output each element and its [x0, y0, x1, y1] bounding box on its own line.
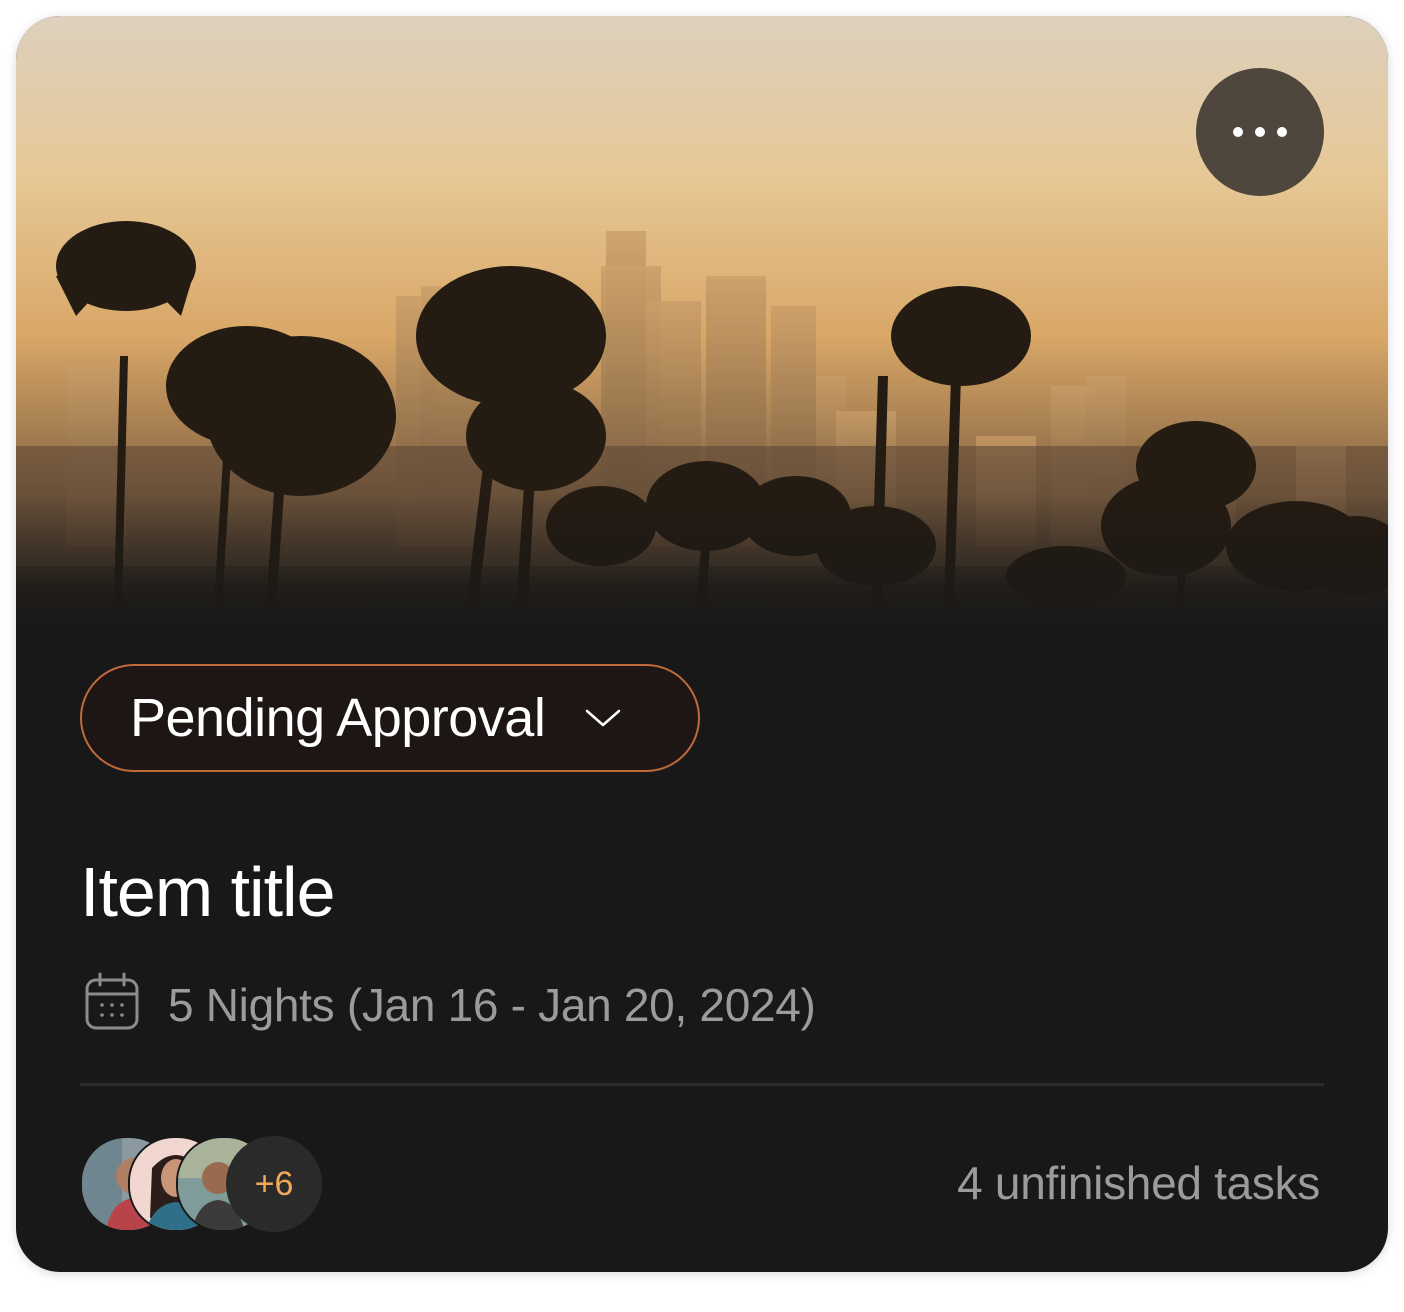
participant-avatars[interactable]: +6 [80, 1136, 340, 1232]
date-range: 5 Nights (Jan 16 - Jan 20, 2024) [84, 972, 816, 1037]
status-label: Pending Approval [130, 688, 546, 748]
unfinished-tasks-count: 4 unfinished tasks [957, 1157, 1320, 1209]
divider [80, 1083, 1324, 1086]
status-dropdown[interactable]: Pending Approval [80, 664, 700, 772]
more-horizontal-icon [1233, 127, 1243, 137]
date-range-text: 5 Nights (Jan 16 - Jan 20, 2024) [168, 978, 816, 1031]
cover-image [16, 16, 1388, 656]
more-options-button[interactable] [1196, 68, 1324, 196]
chevron-down-icon [585, 708, 621, 728]
calendar-icon [84, 972, 140, 1037]
item-title: Item title [80, 853, 336, 931]
more-participants-badge[interactable]: +6 [226, 1136, 322, 1232]
trip-card[interactable]: Pending Approval Item title 5 Nights (Ja… [16, 16, 1388, 1272]
